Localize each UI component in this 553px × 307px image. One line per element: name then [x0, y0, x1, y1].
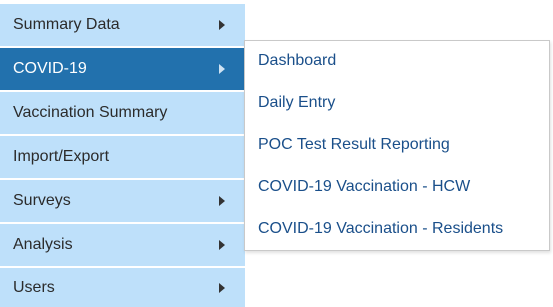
sidebar-item-users[interactable]: Users	[0, 268, 245, 307]
sidebar-item-label: COVID-19	[13, 60, 87, 77]
sidebar-item-label: Users	[13, 278, 55, 296]
sidebar-menu: Summary Data COVID-19 Vaccination Summar…	[0, 0, 245, 307]
sidebar-item-label: Import/Export	[13, 148, 110, 165]
sidebar-item-vaccination-summary[interactable]: Vaccination Summary	[0, 92, 245, 134]
covid-19-submenu: Dashboard Daily Entry POC Test Result Re…	[244, 40, 550, 251]
submenu-item-daily-entry[interactable]: Daily Entry	[258, 92, 335, 114]
sidebar-item-surveys[interactable]: Surveys	[0, 180, 245, 222]
sidebar-item-label: Analysis	[13, 236, 73, 253]
sidebar-item-covid-19[interactable]: COVID-19	[0, 48, 245, 90]
app-stage: Summary Data COVID-19 Vaccination Summar…	[0, 0, 553, 307]
caret-right-icon	[219, 196, 225, 206]
submenu-item-poc-test-result-reporting[interactable]: POC Test Result Reporting	[258, 134, 450, 156]
sidebar-item-label: Surveys	[13, 192, 71, 209]
caret-right-icon	[219, 282, 225, 293]
caret-right-icon	[219, 20, 225, 30]
sidebar-item-label: Summary Data	[13, 16, 120, 33]
sidebar-item-import-export[interactable]: Import/Export	[0, 136, 245, 178]
submenu-item-covid-19-vaccination-residents[interactable]: COVID-19 Vaccination - Residents	[258, 218, 503, 240]
caret-right-icon	[219, 240, 225, 250]
sidebar-item-summary-data[interactable]: Summary Data	[0, 4, 245, 46]
sidebar-item-analysis[interactable]: Analysis	[0, 224, 245, 266]
submenu-item-dashboard[interactable]: Dashboard	[258, 50, 336, 72]
caret-right-icon	[219, 64, 225, 74]
sidebar-item-label: Vaccination Summary	[13, 104, 168, 121]
submenu-item-covid-19-vaccination-hcw[interactable]: COVID-19 Vaccination - HCW	[258, 176, 470, 198]
